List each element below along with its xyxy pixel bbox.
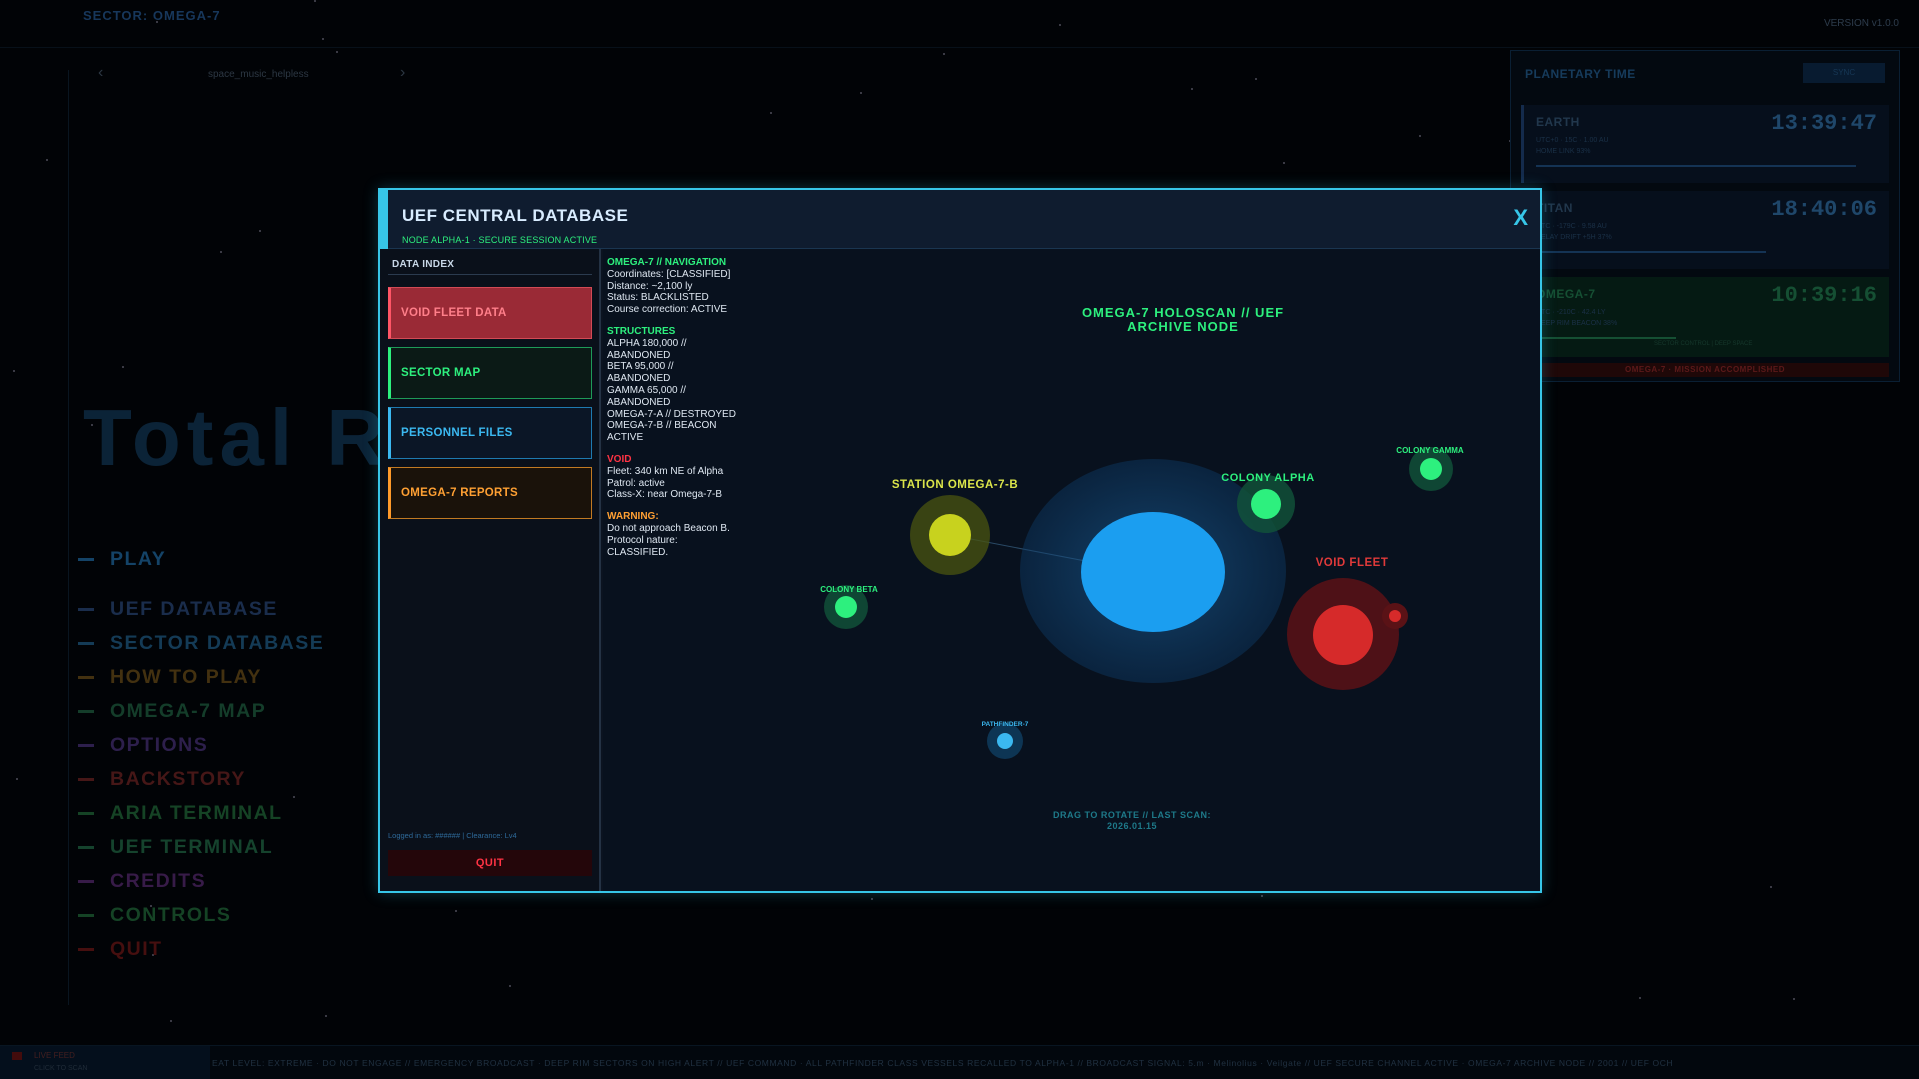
- uef-database-modal: UEF CENTRAL DATABASE NODE ALPHA-1 · SECU…: [378, 188, 1542, 893]
- void-fleet-icon[interactable]: [1313, 605, 1373, 665]
- void-escort-icon[interactable]: [1389, 610, 1401, 622]
- holoscan-title-line1: OMEGA-7 HOLOSCAN // UEF: [1082, 305, 1284, 320]
- omega-7-planet-icon[interactable]: [1081, 512, 1225, 632]
- pathfinder-7-icon[interactable]: [997, 733, 1013, 749]
- void-fleet-label: VOID FLEET: [1316, 557, 1389, 569]
- colony-beta-icon[interactable]: [835, 596, 857, 618]
- station-label: STATION OMEGA-7-B: [892, 479, 1018, 491]
- omega-7-reports-button[interactable]: OMEGA-7 REPORTS: [388, 467, 592, 519]
- login-status: Logged in as: ###### | Clearance: Lv4: [388, 831, 517, 840]
- void-fleet-data-button[interactable]: VOID FLEET DATA: [388, 287, 592, 339]
- holoscan-footer-line1: DRAG TO ROTATE // LAST SCAN:: [1053, 810, 1211, 820]
- sidebar-header: DATA INDEX: [392, 259, 455, 270]
- colony-alpha-icon[interactable]: [1251, 489, 1281, 519]
- holoscan-content[interactable]: OMEGA-7 // NAVIGATION Coordinates: [CLAS…: [603, 249, 1540, 891]
- sidebar-divider: [388, 274, 592, 275]
- personnel-files-button[interactable]: PERSONNEL FILES: [388, 407, 592, 459]
- holoscan-map[interactable]: OMEGA-7 HOLOSCAN // UEF ARCHIVE NODE STA…: [603, 249, 1540, 891]
- data-index-sidebar: DATA INDEX VOID FLEET DATA SECTOR MAP PE…: [380, 249, 601, 891]
- close-button[interactable]: X: [1513, 206, 1528, 230]
- quit-button[interactable]: QUIT: [388, 850, 592, 876]
- pathfinder-label: PATHFINDER-7: [982, 721, 1029, 728]
- station-omega-7-b-icon[interactable]: [929, 514, 971, 556]
- colony-alpha-label: COLONY ALPHA: [1221, 472, 1314, 484]
- modal-accent-bar: [380, 190, 388, 249]
- sector-map-button[interactable]: SECTOR MAP: [388, 347, 592, 399]
- holoscan-footer-line2: 2026.01.15: [1107, 821, 1157, 831]
- colony-gamma-label: COLONY GAMMA: [1396, 446, 1464, 455]
- modal-header: UEF CENTRAL DATABASE NODE ALPHA-1 · SECU…: [380, 190, 1540, 249]
- modal-title: UEF CENTRAL DATABASE: [402, 206, 629, 225]
- colony-beta-label: COLONY BETA: [820, 585, 878, 594]
- colony-gamma-icon[interactable]: [1420, 458, 1442, 480]
- holoscan-title-line2: ARCHIVE NODE: [1127, 319, 1239, 334]
- modal-subtitle: NODE ALPHA-1 · SECURE SESSION ACTIVE: [402, 235, 598, 245]
